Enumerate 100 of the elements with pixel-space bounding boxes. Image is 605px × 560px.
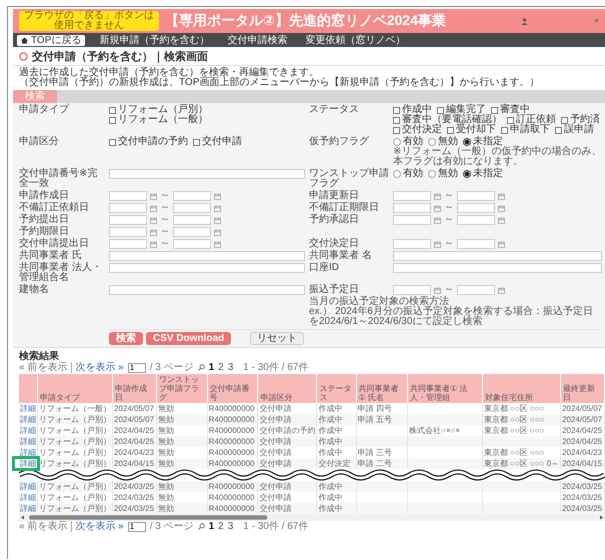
search-icon[interactable] — [198, 364, 205, 371]
nav-item[interactable]: 変更依頼（窓リノベ） — [301, 34, 410, 46]
page-link[interactable]: 3 — [228, 521, 234, 532]
text-field[interactable] — [109, 285, 305, 295]
detail-link[interactable]: 詳細 — [20, 448, 36, 457]
checkbox[interactable] — [109, 116, 116, 124]
home-button[interactable]: TOPに戻る — [17, 34, 86, 46]
detail-link[interactable]: 詳細 — [20, 493, 36, 502]
calendar-icon[interactable] — [150, 240, 157, 248]
checkbox[interactable] — [501, 126, 508, 134]
page-link[interactable]: 1 — [208, 362, 214, 373]
page-link[interactable]: 1 — [208, 521, 214, 532]
calendar-icon[interactable] — [214, 192, 221, 200]
date-field[interactable] — [109, 203, 147, 213]
date-field[interactable] — [109, 215, 147, 225]
date-field[interactable] — [173, 203, 211, 213]
date-field[interactable] — [109, 191, 147, 201]
radio-button[interactable] — [428, 138, 436, 146]
checkbox[interactable] — [507, 116, 514, 124]
checkbox[interactable] — [561, 116, 568, 124]
radio-button[interactable] — [463, 138, 471, 146]
nav-item[interactable]: 交付申請検索 — [223, 34, 292, 46]
horizontal-scrollbar[interactable] — [19, 514, 605, 521]
radio-button[interactable] — [463, 170, 471, 178]
text-field[interactable] — [109, 263, 305, 273]
checkbox[interactable] — [491, 106, 498, 114]
page-link[interactable]: 2 — [218, 362, 224, 373]
date-field[interactable] — [393, 203, 431, 213]
checkbox[interactable] — [109, 138, 116, 146]
date-field[interactable] — [393, 215, 431, 225]
calendar-icon[interactable] — [434, 216, 441, 224]
date-field[interactable] — [393, 191, 431, 201]
page-field[interactable]: 1 — [128, 522, 146, 532]
detail-link[interactable]: 詳細 — [20, 437, 36, 446]
calendar-icon[interactable] — [434, 286, 441, 294]
calendar-icon[interactable] — [434, 240, 441, 248]
calendar-icon[interactable] — [214, 228, 221, 236]
calendar-icon[interactable] — [150, 192, 157, 200]
calendar-icon[interactable] — [150, 204, 157, 212]
prev-link[interactable]: « 前を表示 — [19, 362, 68, 373]
calendar-icon[interactable] — [434, 192, 441, 200]
calendar-icon[interactable] — [498, 204, 505, 212]
detail-link[interactable]: 詳細 — [20, 415, 36, 424]
calendar-icon[interactable] — [214, 204, 221, 212]
text-field[interactable] — [393, 263, 602, 273]
page-link[interactable]: 2 — [218, 521, 224, 532]
detail-link[interactable]: 詳細 — [20, 482, 36, 491]
text-field[interactable] — [109, 251, 305, 261]
calendar-icon[interactable] — [498, 216, 505, 224]
checkbox[interactable] — [555, 126, 562, 134]
calendar-icon[interactable] — [498, 286, 505, 294]
calendar-icon[interactable] — [214, 216, 221, 224]
checkbox[interactable] — [109, 106, 116, 114]
date-field[interactable] — [173, 191, 211, 201]
detail-link[interactable]: 詳細 — [20, 404, 36, 413]
date-field[interactable] — [457, 191, 495, 201]
result-count: 1 - 30件 / 67件 — [243, 521, 308, 532]
date-field[interactable] — [457, 215, 495, 225]
calendar-icon[interactable] — [150, 216, 157, 224]
checkbox[interactable] — [447, 126, 454, 134]
detail-link[interactable]: 詳細 — [20, 504, 36, 513]
detail-link[interactable]: 詳細 — [20, 426, 36, 435]
date-field[interactable] — [393, 285, 431, 295]
checkbox[interactable] — [193, 138, 200, 146]
prev-link[interactable]: « 前を表示 — [19, 521, 68, 532]
page-link[interactable]: 3 — [228, 362, 234, 373]
calendar-icon[interactable] — [214, 240, 221, 248]
action-button[interactable]: 検索 — [109, 332, 143, 345]
action-button[interactable]: CSV Download — [146, 332, 232, 345]
date-field[interactable] — [173, 239, 211, 249]
date-field[interactable] — [457, 285, 495, 295]
checkbox[interactable] — [393, 126, 400, 134]
date-field[interactable] — [173, 215, 211, 225]
calendar-icon[interactable] — [498, 240, 505, 248]
checkbox[interactable] — [437, 106, 444, 114]
date-field[interactable] — [173, 227, 211, 237]
user-icon[interactable] — [521, 18, 528, 24]
calendar-icon[interactable] — [498, 192, 505, 200]
date-field[interactable] — [393, 239, 431, 249]
calendar-icon[interactable] — [150, 228, 157, 236]
date-field[interactable] — [109, 227, 147, 237]
date-field[interactable] — [457, 203, 495, 213]
date-field[interactable] — [109, 239, 147, 249]
checkbox[interactable] — [393, 116, 400, 124]
next-link[interactable]: 次を表示 » — [71, 521, 124, 532]
next-link[interactable]: 次を表示 » — [71, 362, 124, 373]
text-field[interactable] — [393, 251, 602, 261]
caret-icon[interactable] — [594, 19, 599, 23]
text-field[interactable] — [109, 169, 305, 179]
reset-button[interactable]: リセット — [250, 332, 304, 345]
calendar-icon[interactable] — [434, 204, 441, 212]
date-field[interactable] — [457, 239, 495, 249]
search-icon[interactable] — [198, 523, 205, 530]
checkbox[interactable] — [393, 106, 400, 114]
radio-button[interactable] — [393, 170, 401, 178]
detail-link[interactable]: 詳細 — [20, 459, 36, 468]
radio-button[interactable] — [428, 170, 436, 178]
nav-item[interactable]: 新規申請（予約を含む） — [95, 34, 214, 46]
page-field[interactable]: 1 — [128, 362, 146, 372]
radio-button[interactable] — [393, 138, 401, 146]
